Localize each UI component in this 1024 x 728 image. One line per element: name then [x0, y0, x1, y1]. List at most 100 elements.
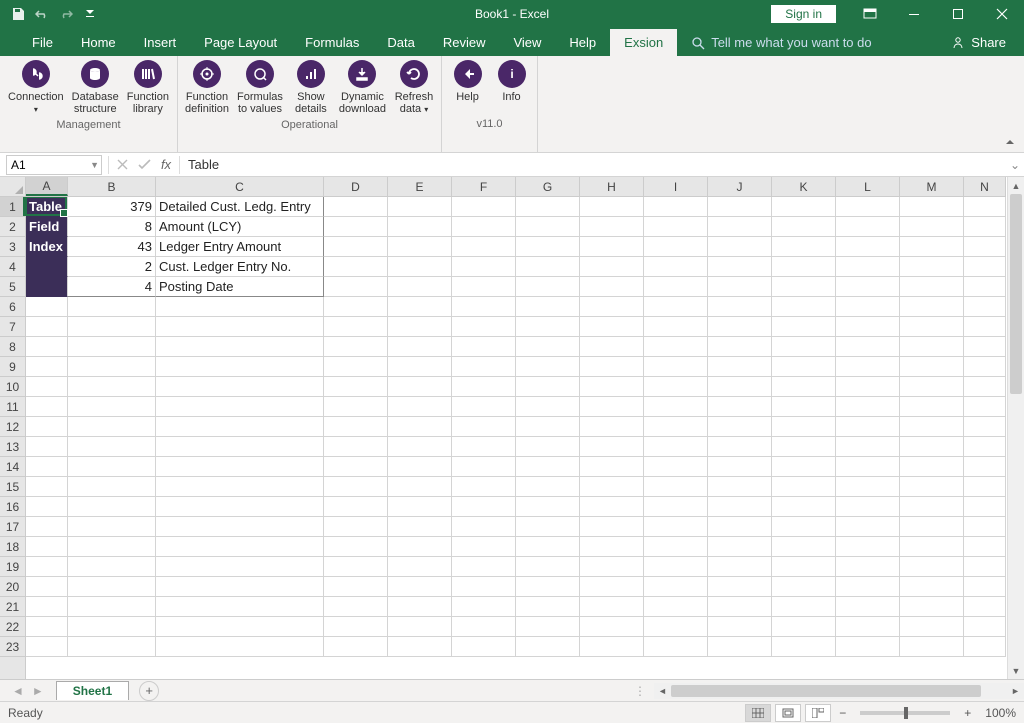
- cell[interactable]: [836, 297, 900, 317]
- cell[interactable]: [708, 317, 772, 337]
- cell[interactable]: [580, 457, 644, 477]
- row-header[interactable]: 8: [0, 337, 25, 357]
- cell[interactable]: [68, 557, 156, 577]
- cell[interactable]: [324, 357, 388, 377]
- insert-function-icon[interactable]: fx: [155, 155, 177, 175]
- cell[interactable]: [156, 497, 324, 517]
- column-header[interactable]: K: [772, 177, 836, 196]
- cell[interactable]: [388, 577, 452, 597]
- row-header[interactable]: 17: [0, 517, 25, 537]
- tab-insert[interactable]: Insert: [130, 29, 191, 56]
- chevron-down-icon[interactable]: ▼: [90, 160, 99, 170]
- cell[interactable]: 8: [68, 217, 156, 237]
- cell[interactable]: [452, 577, 516, 597]
- cell[interactable]: [388, 317, 452, 337]
- row-header[interactable]: 14: [0, 457, 25, 477]
- cell[interactable]: [26, 357, 68, 377]
- cell[interactable]: [580, 337, 644, 357]
- cell[interactable]: [644, 377, 708, 397]
- cell[interactable]: [772, 457, 836, 477]
- close-button[interactable]: [980, 0, 1024, 28]
- cell[interactable]: [516, 277, 580, 297]
- cell[interactable]: [452, 497, 516, 517]
- cell[interactable]: [516, 297, 580, 317]
- cell[interactable]: [388, 597, 452, 617]
- cell[interactable]: [26, 557, 68, 577]
- row-header[interactable]: 6: [0, 297, 25, 317]
- cell[interactable]: [900, 197, 964, 217]
- normal-view-button[interactable]: [745, 704, 771, 722]
- cell[interactable]: [324, 397, 388, 417]
- cell[interactable]: [900, 617, 964, 637]
- cell[interactable]: [516, 317, 580, 337]
- cell[interactable]: Ledger Entry Amount: [156, 237, 324, 257]
- row-header[interactable]: 10: [0, 377, 25, 397]
- cell[interactable]: Detailed Cust. Ledg. Entry: [156, 197, 324, 217]
- cell[interactable]: [964, 437, 1006, 457]
- cell[interactable]: [26, 497, 68, 517]
- cell[interactable]: [644, 477, 708, 497]
- qat-customize-icon[interactable]: [80, 4, 100, 24]
- cell[interactable]: [772, 617, 836, 637]
- cell[interactable]: [68, 517, 156, 537]
- cell[interactable]: [26, 597, 68, 617]
- cell[interactable]: [964, 517, 1006, 537]
- row-header[interactable]: 20: [0, 577, 25, 597]
- zoom-slider[interactable]: [860, 711, 950, 715]
- cell[interactable]: [156, 577, 324, 597]
- cell[interactable]: [836, 237, 900, 257]
- cell[interactable]: [900, 477, 964, 497]
- cell[interactable]: [324, 197, 388, 217]
- cell[interactable]: [68, 577, 156, 597]
- cell[interactable]: [836, 477, 900, 497]
- ribbon-display-options-icon[interactable]: [848, 0, 892, 28]
- formula-input[interactable]: [182, 157, 1006, 172]
- cell[interactable]: [26, 397, 68, 417]
- cell[interactable]: [26, 437, 68, 457]
- scroll-right-icon[interactable]: ►: [1007, 686, 1024, 696]
- column-header[interactable]: N: [964, 177, 1006, 196]
- tab-help[interactable]: Help: [555, 29, 610, 56]
- cell[interactable]: Posting Date: [156, 277, 324, 297]
- cell[interactable]: [156, 457, 324, 477]
- cell[interactable]: [68, 297, 156, 317]
- collapse-ribbon-icon[interactable]: [1004, 136, 1016, 148]
- column-header[interactable]: A: [26, 177, 68, 196]
- cell[interactable]: [516, 597, 580, 617]
- cell[interactable]: [900, 517, 964, 537]
- cell[interactable]: [836, 437, 900, 457]
- cell[interactable]: [580, 397, 644, 417]
- cell[interactable]: [324, 217, 388, 237]
- column-header[interactable]: D: [324, 177, 388, 196]
- cell[interactable]: [324, 557, 388, 577]
- row-header[interactable]: 21: [0, 597, 25, 617]
- cell[interactable]: [516, 537, 580, 557]
- cell[interactable]: [324, 237, 388, 257]
- scroll-down-icon[interactable]: ▼: [1008, 662, 1024, 679]
- cell[interactable]: [68, 597, 156, 617]
- cell[interactable]: [964, 417, 1006, 437]
- tab-view[interactable]: View: [499, 29, 555, 56]
- cell[interactable]: [644, 537, 708, 557]
- cell[interactable]: [156, 397, 324, 417]
- sheet-nav-prev-icon[interactable]: ◄: [12, 684, 24, 698]
- cell[interactable]: [388, 497, 452, 517]
- cell[interactable]: [772, 377, 836, 397]
- cell[interactable]: [388, 297, 452, 317]
- cell[interactable]: [644, 257, 708, 277]
- cell[interactable]: Amount (LCY): [156, 217, 324, 237]
- cell[interactable]: [644, 557, 708, 577]
- cell[interactable]: [772, 277, 836, 297]
- cell[interactable]: [580, 257, 644, 277]
- cell[interactable]: [964, 457, 1006, 477]
- cell[interactable]: [26, 337, 68, 357]
- cell[interactable]: [26, 417, 68, 437]
- tell-me-search[interactable]: Tell me what you want to do: [677, 29, 885, 56]
- save-icon[interactable]: [8, 4, 28, 24]
- cell[interactable]: [68, 497, 156, 517]
- page-layout-view-button[interactable]: [775, 704, 801, 722]
- cell[interactable]: [452, 637, 516, 657]
- cell[interactable]: [900, 237, 964, 257]
- cell[interactable]: [324, 537, 388, 557]
- cell[interactable]: [452, 297, 516, 317]
